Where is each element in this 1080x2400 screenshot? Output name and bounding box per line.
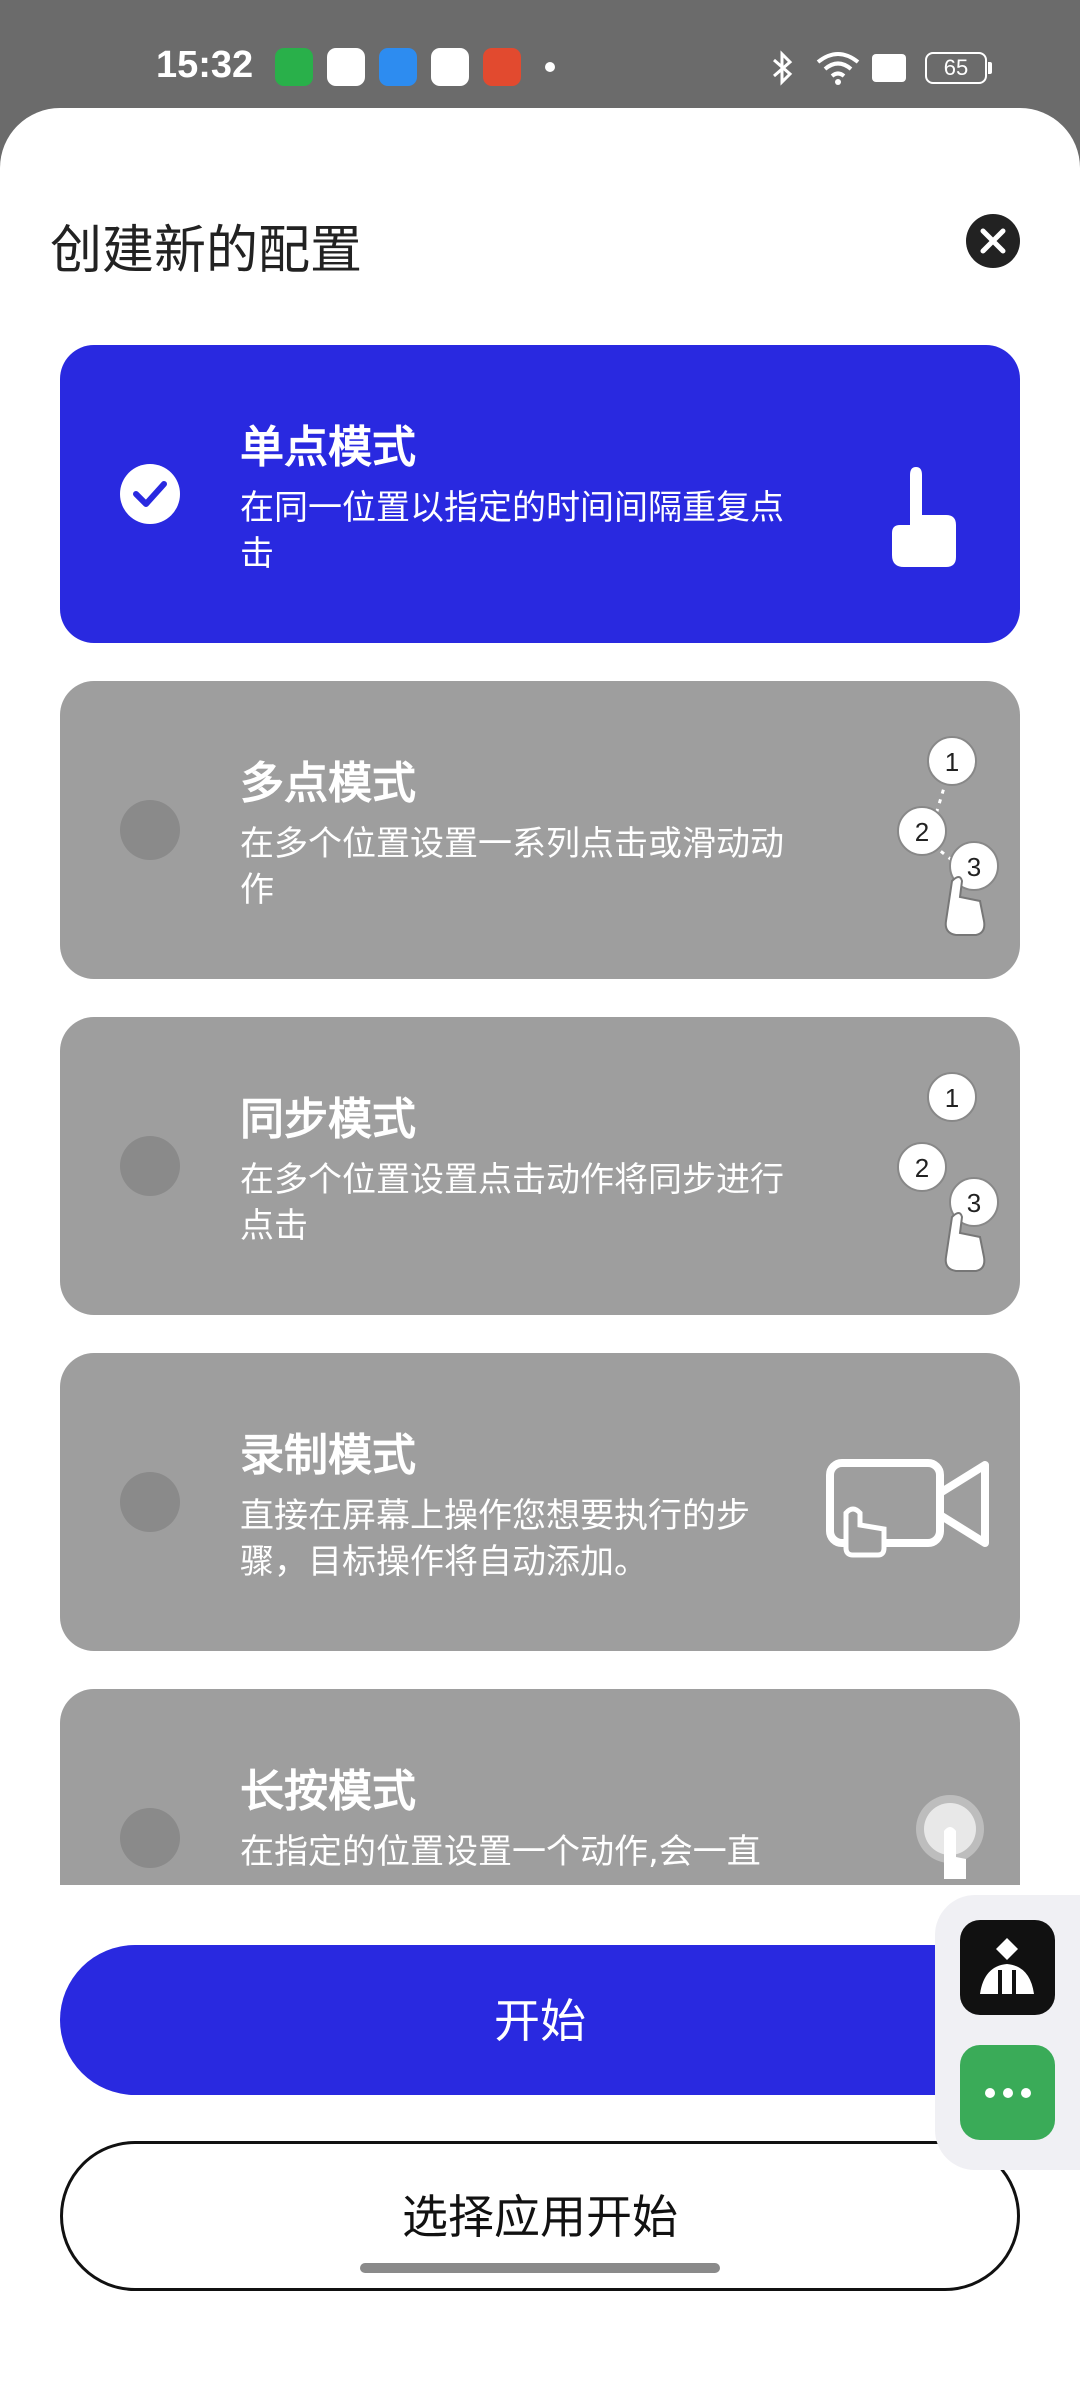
mode-card-single-tap[interactable]: 单点模式 在同一位置以指定的时间间隔重复点击 xyxy=(60,345,1020,643)
battery-icon: 65 xyxy=(925,52,987,84)
mode-title: 同步模式 xyxy=(240,1094,416,1145)
step-label: 2 xyxy=(915,1153,929,1183)
game-app-icon xyxy=(483,48,521,86)
mode-card-record[interactable]: 录制模式 直接在屏幕上操作您想要执行的步骤，目标操作将自动添加。 xyxy=(60,1353,1020,1651)
radio-unselected[interactable] xyxy=(120,800,180,860)
start-label: 开始 xyxy=(494,1995,586,2047)
radio-unselected[interactable] xyxy=(120,1472,180,1532)
step-label: 1 xyxy=(945,1083,959,1113)
step-label: 3 xyxy=(967,852,981,882)
video-record-icon xyxy=(826,1459,989,1558)
step-label: 2 xyxy=(915,817,929,847)
close-button[interactable] xyxy=(966,214,1020,268)
home-indicator[interactable] xyxy=(360,2263,720,2273)
mode-title: 单点模式 xyxy=(240,422,416,473)
cloud-drive-icon xyxy=(379,48,417,86)
mode-title: 录制模式 xyxy=(240,1430,416,1481)
mode-desc: 在多个位置设置点击动作将同步进行点击 xyxy=(240,1160,784,1246)
create-config-sheet: 创建新的配置 单点模式 在同一位置以指定的时间间隔重复点击 多点模式 在多个位置… xyxy=(0,108,1080,2400)
flower-app-icon xyxy=(327,48,365,86)
step-label: 3 xyxy=(967,1188,981,1218)
radio-unselected[interactable] xyxy=(120,1808,180,1868)
radio-selected[interactable] xyxy=(120,464,180,524)
cloud-service-icon xyxy=(431,48,469,86)
sim-icon xyxy=(872,54,906,82)
more-dots-icon xyxy=(985,2088,1031,2098)
mode-desc: 在同一位置以指定的时间间隔重复点击 xyxy=(240,488,784,574)
tap-hand-icon xyxy=(892,467,956,567)
multi-tap-icon: 1 2 3 xyxy=(897,736,999,936)
notification-dot xyxy=(545,62,555,72)
start-button[interactable]: 开始 xyxy=(60,1945,1020,2095)
mode-desc: 在指定的位置设置一个动作,会一直 xyxy=(240,1832,761,1872)
battery-tip xyxy=(988,62,992,74)
mode-card-long-press[interactable]: 长按模式 在指定的位置设置一个动作,会一直 xyxy=(60,1689,1020,1885)
app-logo-icon xyxy=(980,1938,1034,1994)
status-bar: 15:32 65 xyxy=(0,0,1080,108)
mode-list[interactable]: 单点模式 在同一位置以指定的时间间隔重复点击 多点模式 在多个位置设置一系列点击… xyxy=(0,345,1080,1885)
radio-unselected[interactable] xyxy=(120,1136,180,1196)
mode-title: 长按模式 xyxy=(240,1766,416,1817)
mode-desc: 直接在屏幕上操作您想要执行的步骤，目标操作将自动添加。 xyxy=(240,1496,750,1582)
mode-desc: 在多个位置设置一系列点击或滑动动作 xyxy=(240,824,784,910)
check-icon xyxy=(133,481,167,507)
battery-level: 65 xyxy=(943,55,969,80)
bluetooth-icon xyxy=(773,50,793,86)
wifi-icon xyxy=(816,52,860,85)
mode-card-sync-tap[interactable]: 同步模式 在多个位置设置点击动作将同步进行点击 1 2 3 xyxy=(60,1017,1020,1315)
sheet-title: 创建新的配置 xyxy=(50,221,363,281)
step-label: 1 xyxy=(945,747,959,777)
shield-app-icon xyxy=(275,48,313,86)
close-icon xyxy=(980,228,1006,254)
choose-app-label: 选择应用开始 xyxy=(402,2191,678,2243)
long-press-icon xyxy=(916,1795,984,1879)
status-time: 15:32 xyxy=(156,44,254,86)
mode-title: 多点模式 xyxy=(240,758,416,809)
sync-tap-icon: 1 2 3 xyxy=(897,1072,999,1272)
floating-chat-button[interactable] xyxy=(960,2045,1055,2140)
floating-app-button[interactable] xyxy=(960,1920,1055,2015)
mode-card-multi-tap[interactable]: 多点模式 在多个位置设置一系列点击或滑动动作 1 2 3 xyxy=(60,681,1020,979)
